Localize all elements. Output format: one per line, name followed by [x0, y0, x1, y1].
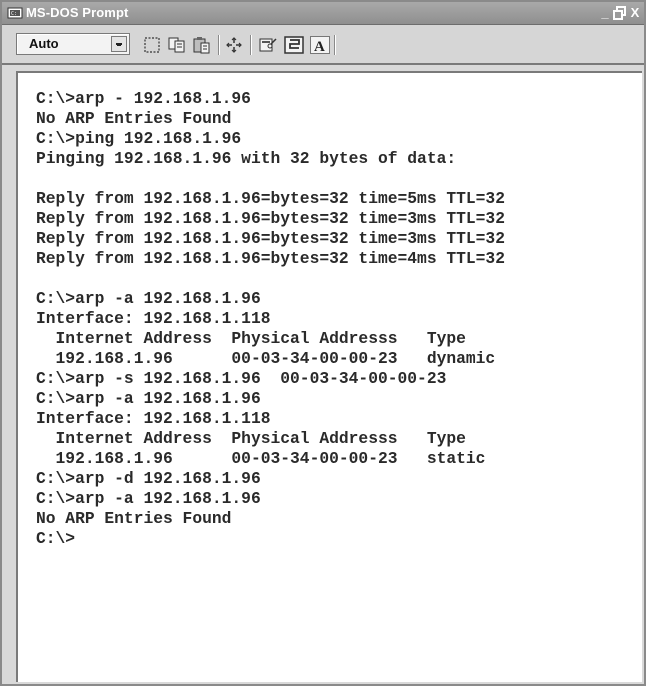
- console-line: C:\>arp -d 192.168.1.96: [36, 469, 261, 488]
- console-line: No ARP Entries Found: [36, 109, 232, 128]
- console-line: Reply from 192.168.1.96=bytes=32 time=4m…: [36, 249, 505, 268]
- console-line: Reply from 192.168.1.96=bytes=32 time=5m…: [36, 189, 505, 208]
- restore-button[interactable]: [613, 5, 627, 21]
- chevron-down-icon[interactable]: [111, 36, 127, 52]
- close-button[interactable]: X: [628, 5, 642, 21]
- properties-icon[interactable]: [258, 36, 278, 54]
- svg-text:A: A: [314, 39, 325, 54]
- console-line: C:\>arp -a 192.168.1.96: [36, 289, 261, 308]
- toolbar-separator: [218, 35, 220, 55]
- console-line: C:\>arp - 192.168.1.96: [36, 89, 251, 108]
- toolbar-separator: [250, 35, 252, 55]
- mark-icon[interactable]: [142, 36, 162, 54]
- font-size-select[interactable]: Auto: [16, 33, 130, 55]
- restore-icon: [613, 6, 626, 20]
- title-bar[interactable]: C: MS-DOS Prompt _ X: [2, 2, 644, 25]
- console-line: Interface: 192.168.1.118: [36, 409, 271, 428]
- toolbar: Auto A: [2, 25, 644, 65]
- console-line: Pinging 192.168.1.96 with 32 bytes of da…: [36, 149, 457, 168]
- console-line: C:\>arp -a 192.168.1.96: [36, 389, 261, 408]
- copy-icon[interactable]: [167, 36, 187, 54]
- font-size-value: Auto: [29, 36, 59, 51]
- toolbar-separator: [334, 35, 336, 55]
- window-title: MS-DOS Prompt: [26, 5, 129, 20]
- console-line: Internet Address Physical Addresss Type: [36, 329, 466, 348]
- console-line: C:\>ping 192.168.1.96: [36, 129, 242, 148]
- ms-dos-icon: C:: [7, 5, 23, 21]
- font-icon[interactable]: A: [310, 36, 330, 54]
- console-output[interactable]: C:\>arp - 192.168.1.96 No ARP Entries Fou…: [16, 71, 642, 682]
- console-line: Reply from 192.168.1.96=bytes=32 time=3m…: [36, 209, 505, 228]
- background-icon[interactable]: [284, 36, 304, 54]
- console-line: Interface: 192.168.1.118: [36, 309, 271, 328]
- console-line: C:\>: [36, 529, 76, 548]
- console-line: C:\>arp -a 192.168.1.96: [36, 489, 261, 508]
- console-line: Reply from 192.168.1.96=bytes=32 time=3m…: [36, 229, 505, 248]
- paste-icon[interactable]: [192, 36, 212, 54]
- console-text: C:\>arp - 192.168.1.96 No ARP Entries Fou…: [36, 89, 505, 549]
- window-controls: _ X: [598, 5, 642, 21]
- full-screen-icon[interactable]: [224, 36, 244, 54]
- console-line: 192.168.1.96 00-03-34-00-00-23 static: [36, 449, 486, 468]
- console-line: C:\>arp -s 192.168.1.96 00-03-34-00-00-2…: [36, 369, 447, 388]
- console-line: 192.168.1.96 00-03-34-00-00-23 dynamic: [36, 349, 496, 368]
- console-line: No ARP Entries Found: [36, 509, 232, 528]
- ms-dos-window: C: MS-DOS Prompt _ X Auto A C:\>arp - 19…: [0, 0, 646, 686]
- console-line: Internet Address Physical Addresss Type: [36, 429, 466, 448]
- minimize-button[interactable]: _: [598, 5, 612, 21]
- svg-text:C:: C:: [11, 11, 17, 17]
